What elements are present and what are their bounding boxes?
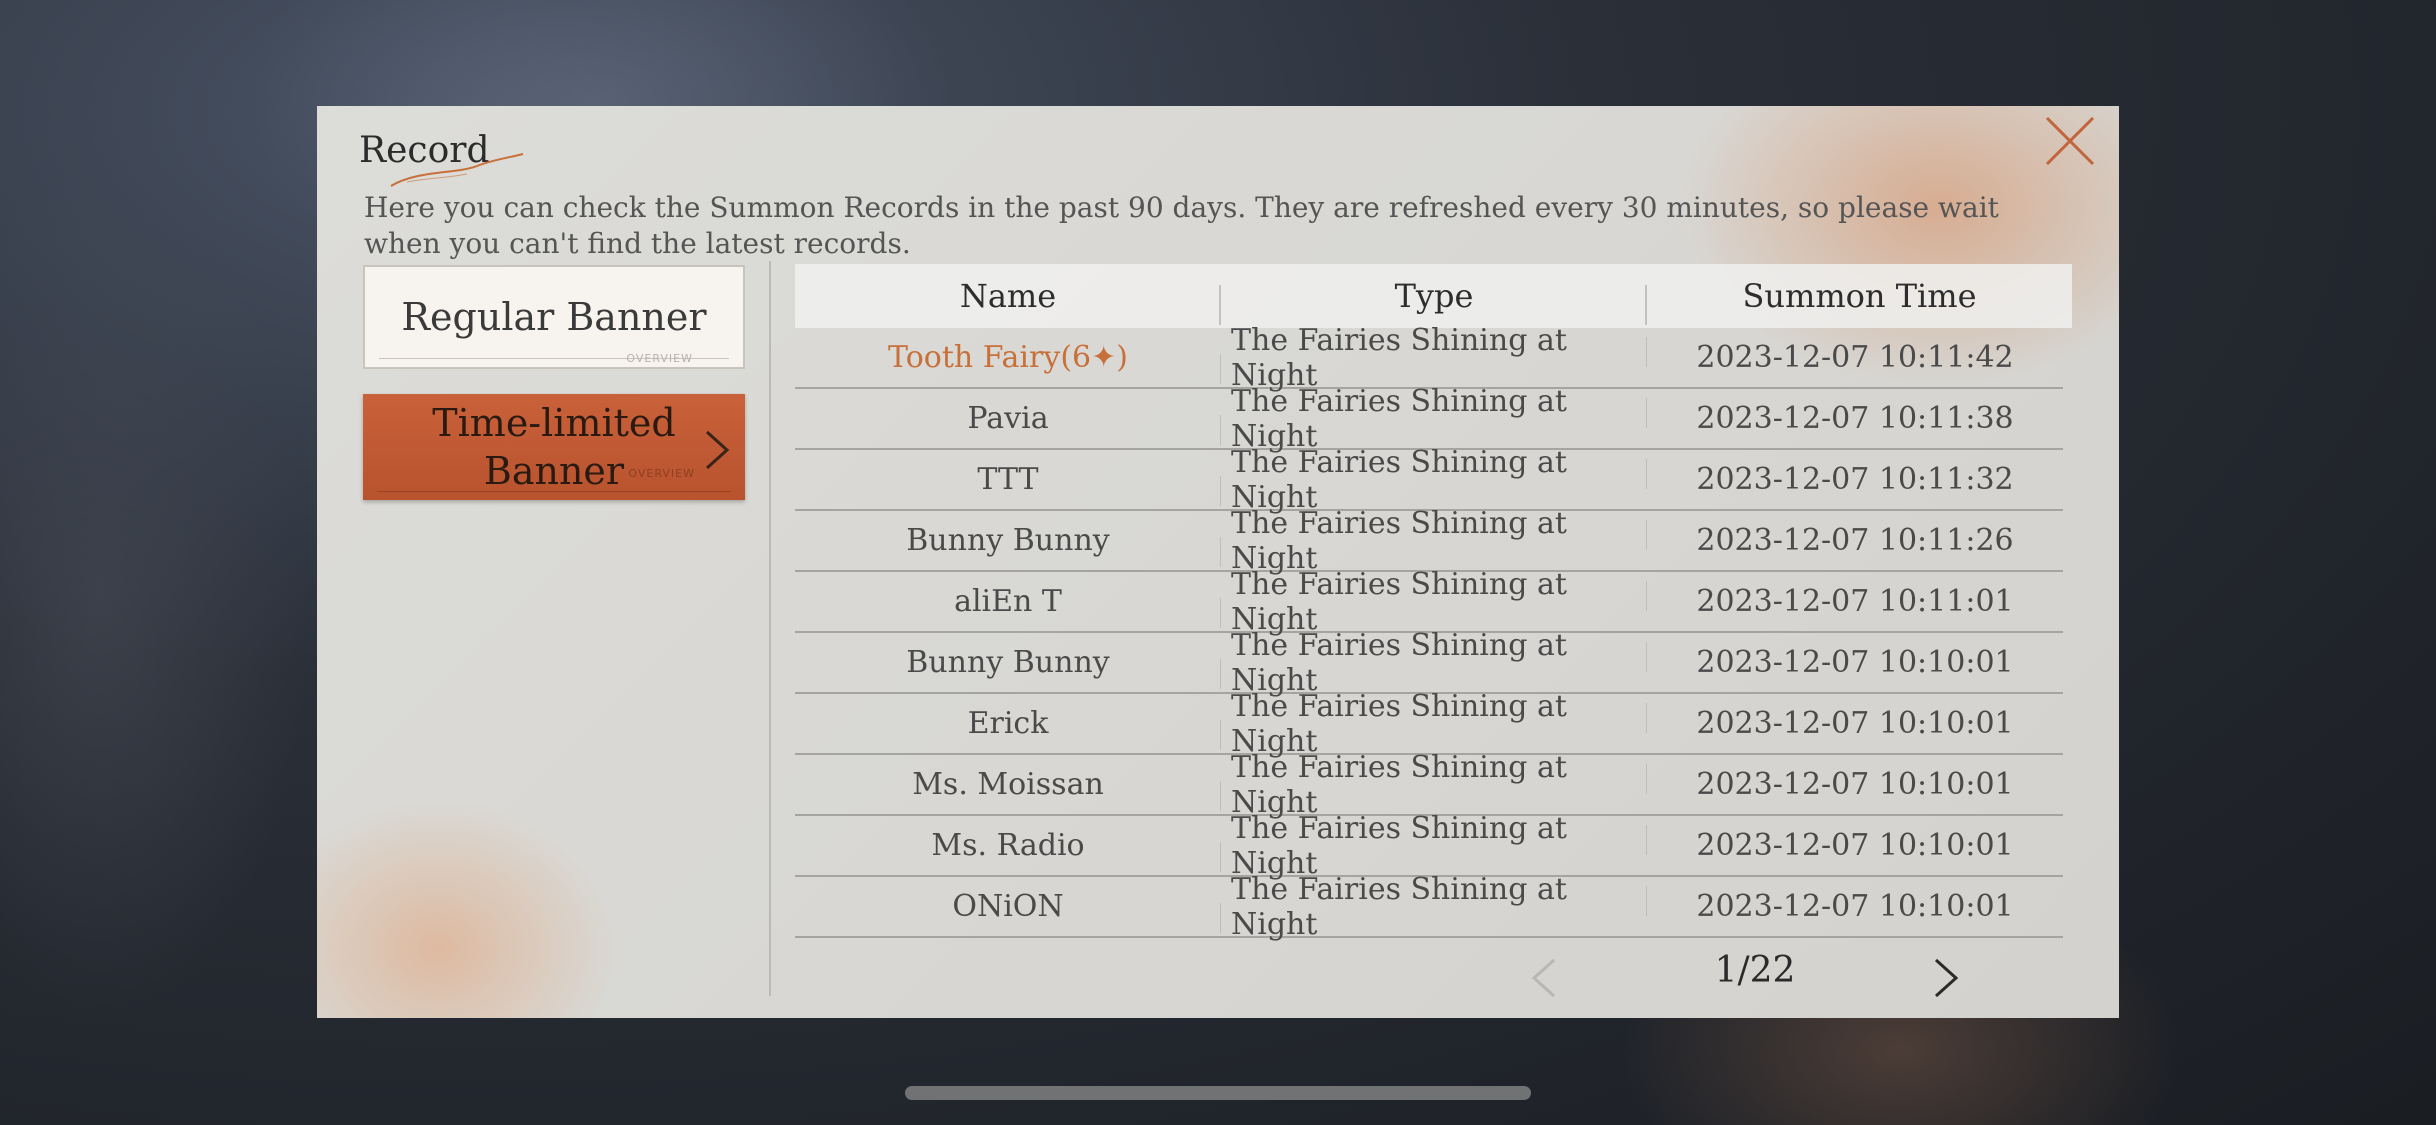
record-name: Tooth Fairy(6✦) — [795, 340, 1221, 384]
header-type: Type — [1221, 277, 1647, 325]
header-name: Name — [795, 277, 1221, 325]
previous-page-button[interactable] — [1530, 956, 1558, 1000]
table-row: Ms. Radio The Fairies Shining at Night 202… — [795, 811, 2063, 881]
record-summon-time: 2023-12-07 10:10:01 — [1696, 889, 2014, 924]
record-type: The Fairies Shining at Night — [1221, 872, 1647, 942]
dialog-description: Here you can check the Summon Records in… — [364, 191, 1999, 260]
record-summon-time: 2023-12-07 10:11:26 — [1696, 523, 2014, 558]
close-button[interactable] — [2043, 114, 2097, 168]
table-row: ONiON The Fairies Shining at Night 2023-12… — [795, 872, 2063, 942]
record-dialog: Record Here you can check the Summon Rec… — [317, 106, 2119, 1018]
table-row: Pavia The Fairies Shining at Night 2023-12… — [795, 384, 2063, 454]
table-row: Tooth Fairy(6✦) The Fairies Shining at Ni… — [795, 323, 2063, 393]
regular-banner-button[interactable]: Regular Banner OVERVIEW — [363, 265, 745, 369]
table-row: Bunny Bunny The Fairies Shining at Night 2… — [795, 506, 2063, 576]
record-summon-time: 2023-12-07 10:10:01 — [1696, 767, 2014, 802]
table-row: Erick The Fairies Shining at Night 2023-12… — [795, 689, 2063, 759]
record-type: The Fairies Shining at Night — [1221, 323, 1647, 393]
next-page-button[interactable] — [1932, 956, 1960, 1000]
record-type: The Fairies Shining at Night — [1221, 689, 1647, 759]
header-summon-time: Summon Time — [1742, 277, 1977, 315]
time-limited-banner-tag: OVERVIEW — [628, 467, 695, 480]
record-type: The Fairies Shining at Night — [1221, 445, 1647, 515]
record-name: Ms. Moissan — [795, 767, 1221, 811]
record-name: Pavia — [795, 401, 1221, 445]
record-summon-time: 2023-12-07 10:11:42 — [1696, 340, 2014, 375]
record-type: The Fairies Shining at Night — [1221, 567, 1647, 637]
record-name: ONiON — [795, 889, 1221, 933]
table-row: Ms. Moissan The Fairies Shining at Night 2… — [795, 750, 2063, 820]
title-swoosh-decoration — [390, 153, 524, 187]
record-name: TTT — [795, 462, 1221, 506]
record-type: The Fairies Shining at Night — [1221, 750, 1647, 820]
record-summon-time: 2023-12-07 10:10:01 — [1696, 828, 2014, 863]
chevron-right-icon — [705, 430, 730, 470]
record-summon-time: 2023-12-07 10:11:01 — [1696, 584, 2014, 619]
table-header: Name Type Summon Time — [795, 264, 2072, 328]
table-body: Tooth Fairy(6✦) The Fairies Shining at Ni… — [795, 323, 2072, 942]
record-name: Bunny Bunny — [795, 645, 1221, 689]
home-indicator[interactable] — [905, 1086, 1531, 1100]
table-row: TTT The Fairies Shining at Night 2023-12-0… — [795, 445, 2063, 515]
record-name: aliEn T — [795, 584, 1221, 628]
record-name: Bunny Bunny — [795, 523, 1221, 567]
record-type: The Fairies Shining at Night — [1221, 628, 1647, 698]
record-name: Ms. Radio — [795, 828, 1221, 872]
page-indicator: 1/22 — [1714, 950, 1796, 991]
record-summon-time: 2023-12-07 10:10:01 — [1696, 706, 2014, 741]
close-icon — [2045, 116, 2095, 166]
record-type: The Fairies Shining at Night — [1221, 506, 1647, 576]
record-summon-time: 2023-12-07 10:11:38 — [1696, 401, 2014, 436]
record-name: Erick — [795, 706, 1221, 750]
summon-record-table: Name Type Summon Time Tooth Fairy(6✦) The… — [795, 264, 2072, 942]
record-summon-time: 2023-12-07 10:11:32 — [1696, 462, 2014, 497]
time-limited-banner-button[interactable]: Time-limited Banner OVERVIEW — [363, 394, 745, 500]
regular-banner-label: Regular Banner — [401, 295, 707, 339]
record-summon-time: 2023-12-07 10:10:01 — [1696, 645, 2014, 680]
record-type: The Fairies Shining at Night — [1221, 384, 1647, 454]
table-row: Bunny Bunny The Fairies Shining at Night 2… — [795, 628, 2063, 698]
pagination: 1/22 — [795, 944, 2072, 1004]
regular-banner-tag: OVERVIEW — [626, 352, 693, 365]
record-type: The Fairies Shining at Night — [1221, 811, 1647, 881]
vertical-divider — [769, 261, 771, 996]
table-row: aliEn T The Fairies Shining at Night 2023-… — [795, 567, 2063, 637]
